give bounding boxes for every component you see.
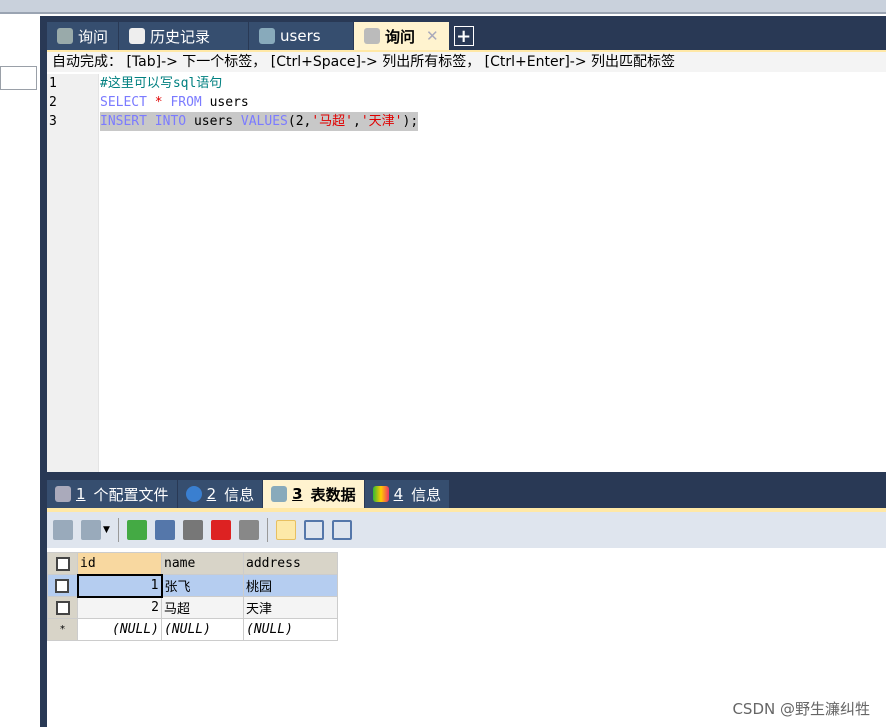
- text-view-icon[interactable]: [331, 520, 352, 540]
- result-panel: ▼ id name address 1 张飞 桃园 2 马超 天津 * (NULL) (NULL…: [47, 508, 886, 727]
- add-tab-button[interactable]: +: [453, 26, 474, 47]
- tab-label: users: [280, 27, 321, 45]
- left-panel: [0, 16, 40, 727]
- tab-history[interactable]: 历史记录: [119, 22, 250, 50]
- code-line: 2 SELECT * FROM users: [47, 93, 418, 112]
- keyword: INTO: [154, 114, 187, 129]
- form-view-icon[interactable]: [303, 520, 324, 540]
- table-icon: [271, 486, 288, 502]
- column-header-id[interactable]: id: [77, 552, 162, 575]
- refresh-icon[interactable]: [154, 520, 175, 540]
- watermark: CSDN @野生濂纠牲: [732, 700, 870, 718]
- window-top-bar: [0, 0, 886, 14]
- cell-id[interactable]: (NULL): [77, 618, 162, 641]
- tab-query-2[interactable]: 询问 ✕: [354, 22, 450, 50]
- tab-number: 1: [76, 485, 86, 503]
- info-icon: [185, 486, 202, 502]
- string-literal: '天津': [360, 114, 403, 129]
- autocomplete-hint: 自动完成： [Tab]-> 下一个标签， [Ctrl+Space]-> 列出所有…: [47, 52, 886, 72]
- select-all-checkbox[interactable]: [47, 552, 78, 575]
- tab-number: 2: [206, 485, 217, 503]
- cell-id[interactable]: 1: [76, 573, 163, 598]
- tab-number: 4: [393, 485, 404, 503]
- line-number: 3: [49, 114, 57, 129]
- tab-label: 信息: [411, 485, 442, 504]
- data-grid: id name address 1 张飞 桃园 2 马超 天津 * (NULL) (NULL)(…: [47, 552, 338, 641]
- calendar-icon: [129, 28, 146, 44]
- query-icon: [57, 28, 73, 44]
- tab-label: 询问: [78, 27, 109, 46]
- keyword: FROM: [170, 95, 202, 110]
- delete-icon[interactable]: [210, 520, 231, 540]
- result-tabs: 1 个配置文件 2 信息 3 表数据 4 信息: [47, 480, 451, 508]
- line-gutter: [47, 74, 99, 472]
- table-row[interactable]: 2 马超 天津: [47, 596, 338, 619]
- add-row-icon[interactable]: [126, 520, 147, 540]
- dropdown-arrow-icon[interactable]: ▼: [103, 525, 110, 535]
- identifier: users: [193, 114, 234, 129]
- identifier: users: [209, 95, 249, 110]
- save-icon[interactable]: [182, 520, 203, 540]
- row-checkbox[interactable]: [47, 574, 78, 597]
- tab-info-4[interactable]: 4 信息: [364, 480, 451, 508]
- tab-label: 个配置文件: [93, 485, 169, 504]
- keyword: VALUES: [240, 114, 288, 129]
- table-icon: [259, 28, 276, 44]
- string-literal: '马超': [311, 114, 354, 129]
- cell-id[interactable]: 2: [77, 596, 162, 619]
- code-text: ,: [353, 114, 361, 129]
- import-icon[interactable]: [53, 520, 73, 540]
- line-number: 1: [49, 76, 57, 91]
- code-line: 1 #这里可以写sql语句: [47, 74, 418, 93]
- export-icon[interactable]: [81, 520, 101, 540]
- tab-profile[interactable]: 1 个配置文件: [47, 480, 178, 508]
- column-header-address[interactable]: address: [243, 552, 338, 575]
- tab-users[interactable]: users: [249, 22, 355, 50]
- tab-label: 历史记录: [150, 27, 211, 46]
- column-header-name[interactable]: name: [161, 552, 244, 575]
- cell-name[interactable]: 张飞: [161, 574, 244, 597]
- code-text: (2,: [287, 114, 312, 129]
- line-number: 2: [49, 95, 57, 110]
- new-row[interactable]: * (NULL) (NULL) (NULL): [47, 618, 338, 641]
- editor-tabs: 询问 历史记录 users 询问 ✕ +: [47, 22, 474, 50]
- close-icon[interactable]: ✕: [426, 27, 439, 45]
- cell-name[interactable]: (NULL): [161, 618, 244, 641]
- table-row[interactable]: 1 张飞 桃园: [47, 573, 338, 598]
- grid-toolbar: ▼: [47, 512, 886, 548]
- sql-editor[interactable]: 自动完成： [Tab]-> 下一个标签， [Ctrl+Space]-> 列出所有…: [47, 50, 886, 472]
- profile-icon: [55, 486, 71, 502]
- query-icon: [364, 28, 381, 44]
- tab-number: 3: [292, 485, 303, 503]
- code-text: );: [402, 114, 419, 129]
- shapes-icon: [372, 486, 389, 502]
- tab-label: 表数据: [310, 485, 356, 504]
- divider: [266, 518, 268, 542]
- new-row-marker: *: [47, 618, 78, 641]
- keyword: INSERT: [100, 114, 147, 129]
- tab-query-1[interactable]: 询问: [47, 22, 120, 50]
- left-filter-input[interactable]: [0, 66, 37, 90]
- cell-address[interactable]: (NULL): [243, 618, 338, 641]
- cell-address[interactable]: 桃园: [243, 574, 338, 597]
- tab-label: 信息: [224, 485, 255, 504]
- grid-view-icon[interactable]: [275, 520, 296, 540]
- row-checkbox[interactable]: [47, 596, 78, 619]
- keyword: SELECT: [100, 95, 147, 110]
- cell-address[interactable]: 天津: [243, 596, 338, 619]
- tab-label: 询问: [385, 27, 416, 46]
- tab-table-data[interactable]: 3 表数据: [263, 480, 365, 508]
- operator: *: [154, 95, 163, 110]
- cell-name[interactable]: 马超: [161, 596, 244, 619]
- tab-info[interactable]: 2 信息: [177, 480, 264, 508]
- code-comment: #这里可以写sql语句: [100, 76, 223, 91]
- divider: [117, 518, 119, 542]
- grid-header: id name address: [47, 552, 338, 575]
- cancel-icon[interactable]: [238, 520, 259, 540]
- code-line: 3 INSERT INTO users VALUES(2,'马超','天津');: [47, 112, 419, 131]
